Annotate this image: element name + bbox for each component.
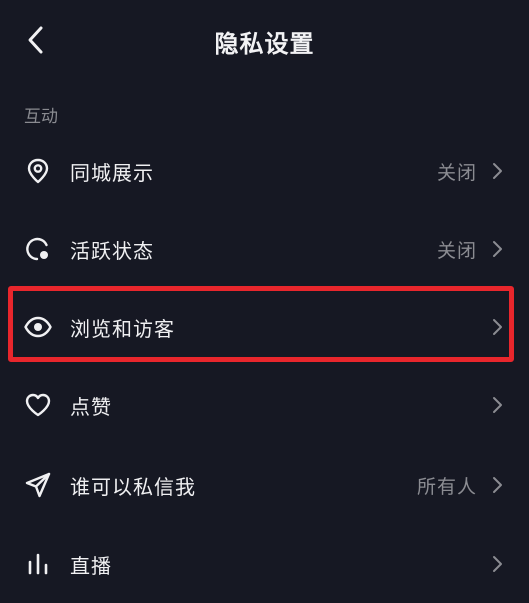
setting-row-label: 同城展示 <box>70 160 154 185</box>
chevron-right-icon <box>489 161 505 181</box>
send-icon <box>22 469 54 501</box>
setting-row-label: 直播 <box>70 553 112 578</box>
setting-row-nearby[interactable]: 同城展示 关闭 <box>0 132 529 210</box>
page-title: 隐私设置 <box>214 30 315 58</box>
header: 隐私设置 <box>0 0 529 82</box>
chevron-right-icon <box>489 239 505 259</box>
activity-status-icon <box>22 233 54 265</box>
setting-row-live[interactable]: 直播 <box>0 525 529 603</box>
chevron-right-icon <box>489 317 505 337</box>
setting-row-label: 活跃状态 <box>70 238 154 263</box>
chevron-right-icon <box>489 395 505 415</box>
heart-icon <box>22 389 54 421</box>
bar-chart-icon <box>22 548 54 580</box>
setting-row-views-visitors[interactable]: 浏览和访客 <box>0 288 529 366</box>
setting-row-value: 关闭 <box>436 239 477 262</box>
setting-row-value: 关闭 <box>436 161 477 184</box>
setting-row-value: 所有人 <box>416 475 477 498</box>
setting-row-likes[interactable]: 点赞 <box>0 366 529 444</box>
setting-row-active-status[interactable]: 活跃状态 关闭 <box>0 210 529 288</box>
chevron-right-icon <box>489 554 505 574</box>
chevron-right-icon <box>489 475 505 495</box>
section-title: 互动 <box>24 107 58 127</box>
setting-row-label: 谁可以私信我 <box>70 474 196 499</box>
setting-row-label: 浏览和访客 <box>70 316 175 341</box>
setting-row-who-can-message[interactable]: 谁可以私信我 所有人 <box>0 446 529 524</box>
eye-icon <box>22 311 54 343</box>
location-pin-icon <box>22 155 54 187</box>
setting-row-label: 点赞 <box>70 394 112 419</box>
